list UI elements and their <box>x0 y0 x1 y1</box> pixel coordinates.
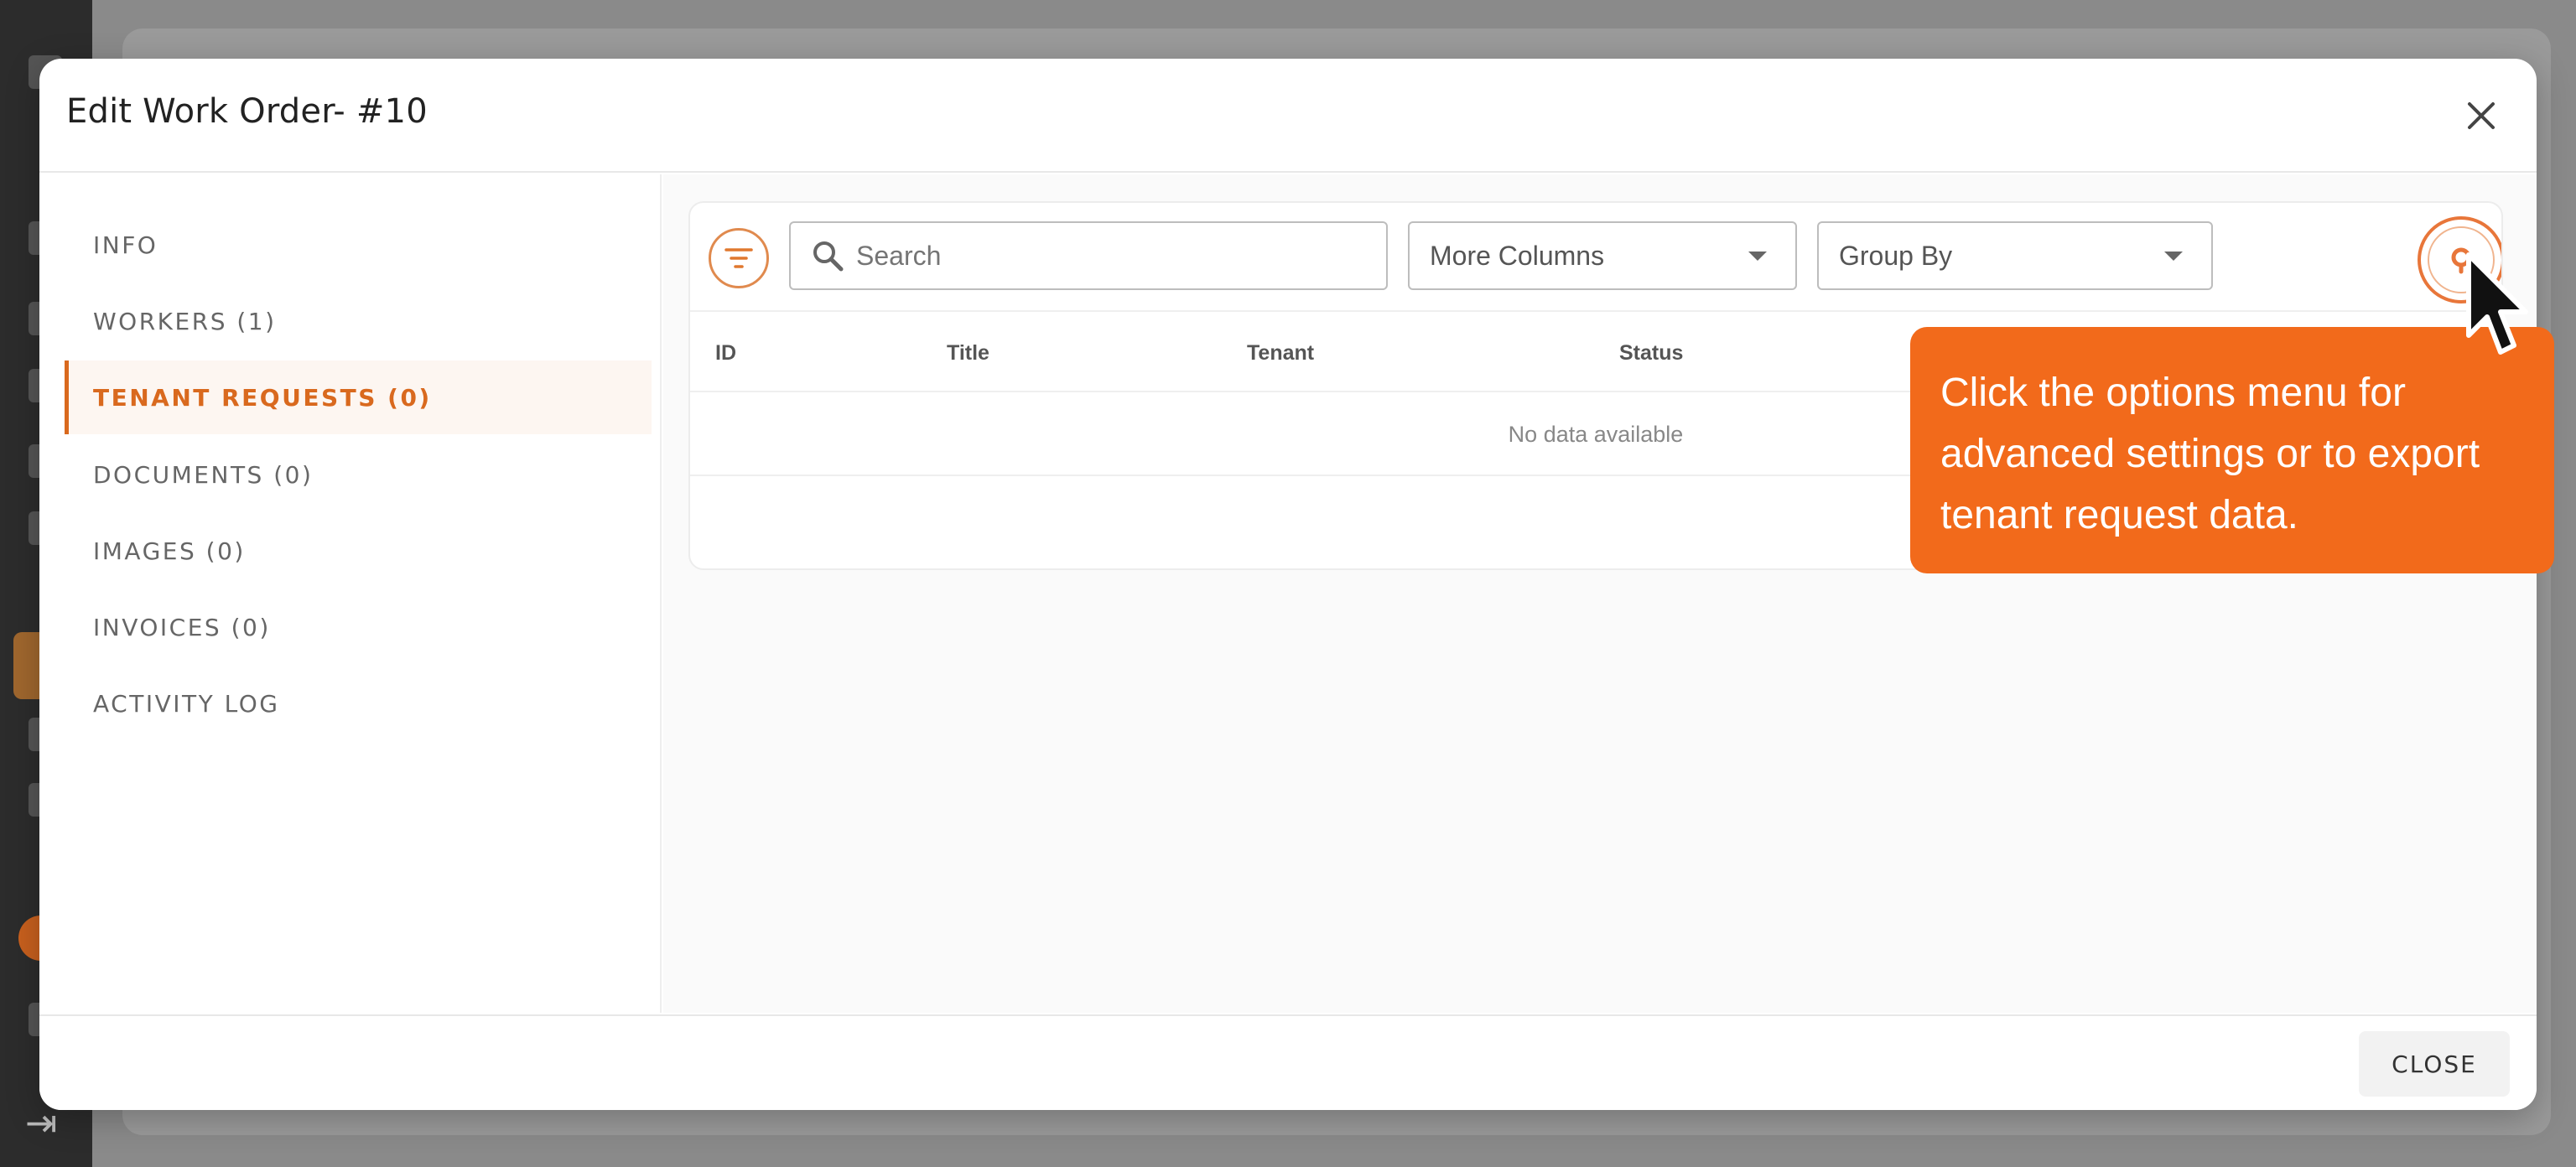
nav-item-activity-log[interactable]: ACTIVITY LOG <box>65 666 652 740</box>
group-by-select[interactable]: Group By <box>1817 221 2213 290</box>
table-toolbar: More Columns Group By <box>690 203 2501 312</box>
modal-title: Edit Work Order- #10 <box>66 92 428 131</box>
nav-item-images[interactable]: IMAGES (0) <box>65 514 652 588</box>
modal-header: Edit Work Order- #10 <box>39 59 2537 173</box>
close-icon <box>2468 102 2495 129</box>
close-button[interactable]: CLOSE <box>2359 1031 2510 1097</box>
filter-icon <box>724 248 753 268</box>
search-input[interactable] <box>856 240 1359 272</box>
nav-item-tenant-requests[interactable]: TENANT REQUESTS (0) <box>65 360 652 434</box>
chevron-down-icon <box>2164 251 2183 261</box>
filter-button[interactable] <box>709 228 769 288</box>
modal-footer: CLOSE <box>39 1014 2537 1110</box>
column-header-tenant[interactable]: Tenant <box>1247 314 1314 392</box>
more-columns-label: More Columns <box>1430 240 1605 271</box>
modal-close-button[interactable] <box>2456 91 2506 141</box>
column-header-id[interactable]: ID <box>715 314 736 392</box>
chevron-down-icon <box>1748 251 1767 261</box>
nav-item-workers[interactable]: WORKERS (1) <box>65 284 652 358</box>
modal-side-nav: INFO WORKERS (1) TENANT REQUESTS (0) DOC… <box>39 174 662 1013</box>
column-header-title[interactable]: Title <box>947 314 989 392</box>
edit-work-order-modal: Edit Work Order- #10 INFO WORKERS (1) TE… <box>39 59 2537 1110</box>
group-by-label: Group By <box>1839 240 1953 271</box>
column-header-status[interactable]: Status <box>1619 314 1683 392</box>
nav-item-documents[interactable]: DOCUMENTS (0) <box>65 438 652 511</box>
onboarding-tooltip: Click the options menu for advanced sett… <box>1910 327 2554 573</box>
nav-item-info[interactable]: INFO <box>65 208 652 282</box>
mouse-cursor-icon <box>2466 252 2528 355</box>
modal-content: More Columns Group By <box>663 174 2537 1013</box>
more-columns-select[interactable]: More Columns <box>1408 221 1797 290</box>
search-field <box>789 221 1388 290</box>
search-icon <box>813 241 844 272</box>
nav-item-invoices[interactable]: INVOICES (0) <box>65 590 652 664</box>
